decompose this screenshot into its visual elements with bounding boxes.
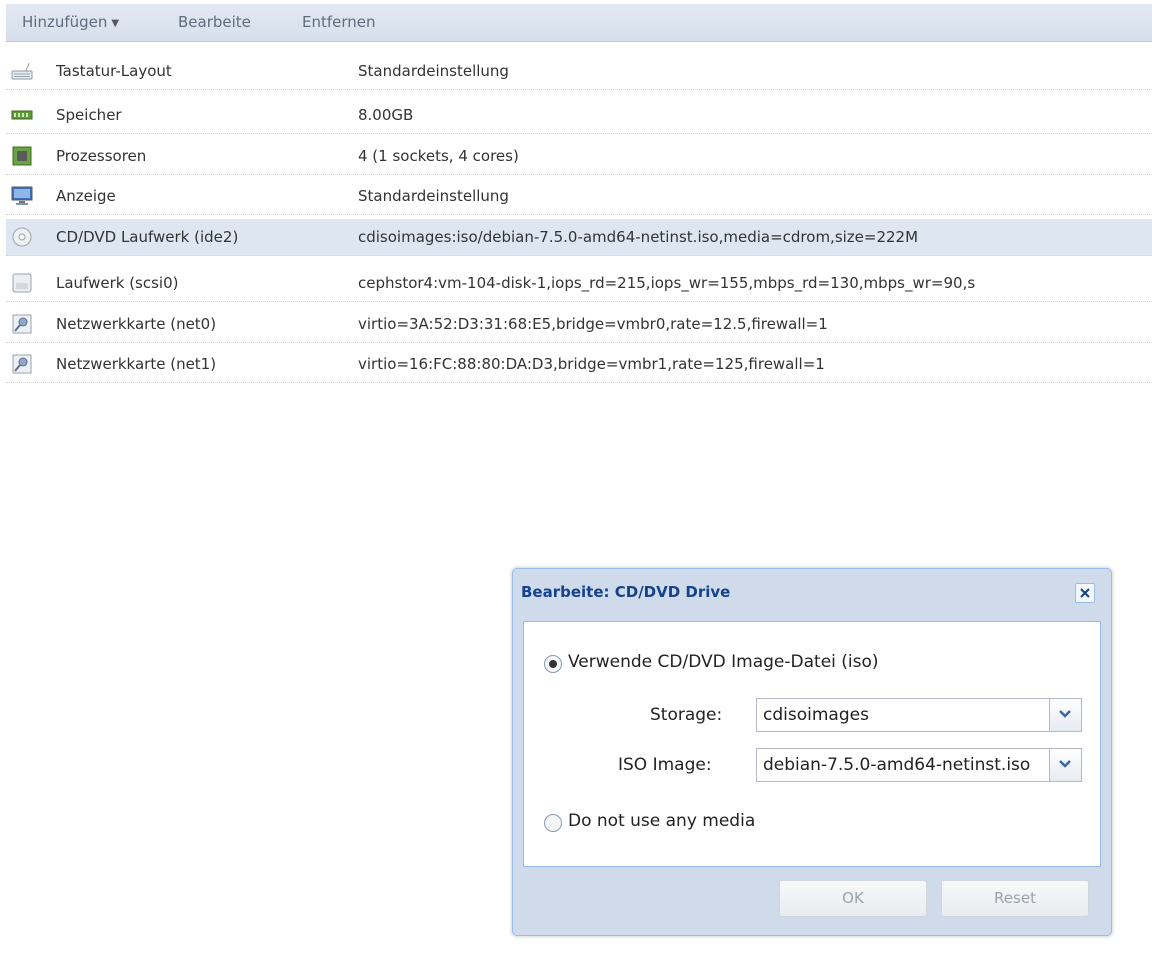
chevron-down-icon[interactable]	[1049, 699, 1081, 731]
hardware-value: Standardeinstellung	[358, 62, 509, 80]
storage-select[interactable]: cdisoimages	[756, 698, 1082, 732]
hardware-name: Tastatur-Layout	[56, 62, 172, 80]
hardware-name: Prozessoren	[56, 147, 147, 165]
hardware-name: Anzeige	[56, 187, 116, 205]
ok-button[interactable]: OK	[779, 880, 927, 917]
storage-value: cdisoimages	[763, 705, 869, 725]
edit-button[interactable]: Bearbeite	[178, 4, 251, 42]
hardware-row-net0[interactable]: Netzwerkkarte (net0) virtio=3A:52:D3:31:…	[6, 306, 1152, 343]
hardware-name: Laufwerk (scsi0)	[56, 274, 179, 292]
no-media-label[interactable]: Do not use any media	[568, 811, 755, 831]
keyboard-icon	[11, 61, 33, 81]
hardware-row-net1[interactable]: Netzwerkkarte (net1) virtio=16:FC:88:80:…	[6, 346, 1152, 383]
iso-image-value: debian-7.5.0-amd64-netinst.iso	[763, 755, 1031, 775]
hardware-name: Speicher	[56, 106, 122, 124]
chevron-down-icon[interactable]	[1049, 749, 1081, 781]
add-menu-label: Hinzufügen	[22, 13, 108, 31]
use-iso-label[interactable]: Verwende CD/DVD Image-Datei (iso)	[568, 652, 879, 672]
hardware-row-cdrom[interactable]: CD/DVD Laufwerk (ide2) cdisoimages:iso/d…	[6, 219, 1152, 256]
hardware-value: virtio=3A:52:D3:31:68:E5,bridge=vmbr0,ra…	[358, 315, 828, 333]
close-button[interactable]	[1075, 583, 1095, 603]
toolbar: Hinzufügen ▼ Bearbeite Entfernen	[6, 4, 1152, 42]
edit-cdrom-dialog: Bearbeite: CD/DVD Drive Verwende CD/DVD …	[512, 568, 1112, 936]
hardware-row-cpu[interactable]: Prozessoren 4 (1 sockets, 4 cores)	[6, 138, 1152, 175]
cdrom-icon	[11, 227, 33, 247]
chevron-down-icon: ▼	[111, 18, 120, 29]
reset-button[interactable]: Reset	[941, 880, 1089, 917]
no-media-radio[interactable]	[544, 814, 562, 832]
monitor-icon	[11, 186, 33, 206]
hardware-row-display[interactable]: Anzeige Standardeinstellung	[6, 178, 1152, 215]
cpu-icon	[11, 146, 33, 166]
iso-image-select[interactable]: debian-7.5.0-amd64-netinst.iso	[756, 748, 1082, 782]
close-icon	[1076, 588, 1094, 606]
harddisk-icon	[11, 273, 33, 293]
hardware-row-harddisk[interactable]: Laufwerk (scsi0) cephstor4:vm-104-disk-1…	[6, 265, 1152, 302]
network-card-icon	[11, 354, 33, 374]
hardware-row-memory[interactable]: Speicher 8.00GB	[6, 97, 1152, 134]
storage-label: Storage:	[650, 705, 723, 725]
hardware-name: Netzwerkkarte (net0)	[56, 315, 217, 333]
hardware-value: 8.00GB	[358, 106, 414, 124]
use-iso-radio[interactable]	[544, 655, 562, 673]
dialog-body: Verwende CD/DVD Image-Datei (iso) Storag…	[523, 621, 1101, 867]
hardware-name: Netzwerkkarte (net1)	[56, 355, 217, 373]
hardware-value: cephstor4:vm-104-disk-1,iops_rd=215,iops…	[358, 274, 976, 292]
network-card-icon	[11, 314, 33, 334]
hardware-row-keyboard[interactable]: Tastatur-Layout Standardeinstellung	[6, 53, 1152, 90]
remove-button[interactable]: Entfernen	[302, 4, 376, 42]
hardware-value: cdisoimages:iso/debian-7.5.0-amd64-netin…	[358, 228, 919, 246]
hardware-value: Standardeinstellung	[358, 187, 509, 205]
dialog-title: Bearbeite: CD/DVD Drive	[521, 583, 731, 601]
hardware-value: 4 (1 sockets, 4 cores)	[358, 147, 519, 165]
hardware-value: virtio=16:FC:88:80:DA:D3,bridge=vmbr1,ra…	[358, 355, 825, 373]
memory-icon	[11, 105, 33, 125]
add-menu-button[interactable]: Hinzufügen ▼	[22, 4, 119, 42]
hardware-name: CD/DVD Laufwerk (ide2)	[56, 228, 239, 246]
iso-image-label: ISO Image:	[618, 755, 712, 775]
